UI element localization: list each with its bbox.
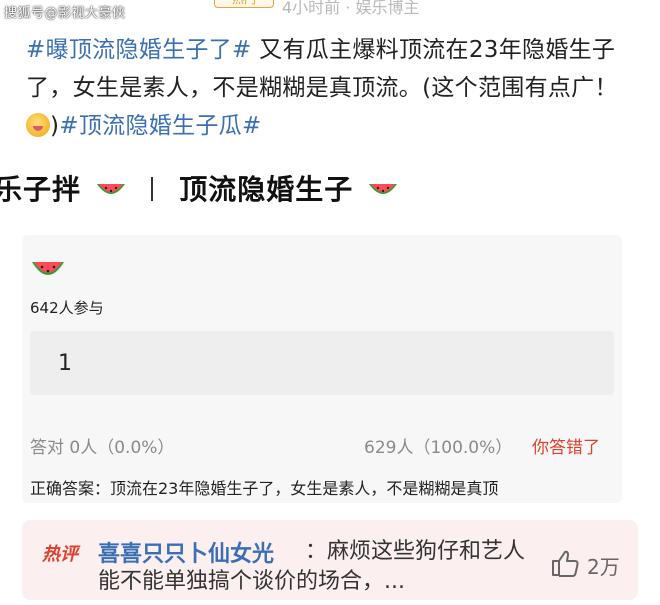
yum-face-icon bbox=[26, 113, 50, 137]
watermelon-icon bbox=[96, 182, 126, 200]
watermark: 搜狐号@影视大豪侠 bbox=[4, 6, 126, 21]
headline-image-text: 乐子拌 顶流隐婚生子 bbox=[0, 168, 660, 208]
thumbs-up-icon[interactable] bbox=[550, 549, 580, 577]
poll-correct-answer: 正确答案：顶流在23年隐婚生子了，女生是素人，不是糊糊是真顶 bbox=[30, 479, 499, 498]
poll-option[interactable]: 1 bbox=[30, 331, 614, 395]
hot-comment-badge: 热评 bbox=[42, 544, 78, 565]
headline-left: 乐子拌 bbox=[0, 173, 82, 206]
like-count: 2万 bbox=[587, 555, 620, 579]
poll-correct-stats: 答对 0人（0.0%） bbox=[30, 438, 175, 458]
post-text: #曝顶流隐婚生子了# 又有瓜主爆料顶流在23年隐婚生子了，女生是素人，不是糊糊是… bbox=[26, 31, 646, 145]
watermelon-icon bbox=[368, 182, 398, 200]
poll-card: 642人参与 1 答对 0人（0.0%） 629人（100.0%） 你答错了 正… bbox=[22, 235, 622, 503]
post-meta: 4小时前 · 娱乐博主 bbox=[282, 0, 420, 17]
comment-text: ：麻烦这些狗仔和艺人能不能单独搞个谈价的场合，... bbox=[98, 537, 538, 597]
top-bar: 搜狐号@影视大豪侠 热门 4小时前 · 娱乐博主 bbox=[0, 0, 660, 22]
comment-body: ：麻烦这些狗仔和艺人能不能单独搞个谈价的场合，... bbox=[98, 539, 526, 594]
hashtag-link[interactable]: #顶流隐婚生子瓜# bbox=[59, 113, 261, 139]
poll-participants: 642人参与 bbox=[30, 299, 104, 317]
hot-comment[interactable]: 热评 喜喜只只卜仙女光 ：麻烦这些狗仔和艺人能不能单独搞个谈价的场合，... 2… bbox=[22, 520, 638, 600]
poll-result-label: 你答错了 bbox=[532, 438, 600, 458]
poll-wrong-stats: 629人（100.0%） bbox=[364, 438, 513, 458]
poll-option-label: 1 bbox=[58, 351, 72, 376]
hot-tag: 热门 bbox=[214, 0, 274, 8]
post-body-close: ) bbox=[50, 113, 60, 139]
watermelon-icon bbox=[31, 260, 65, 282]
divider bbox=[150, 177, 153, 201]
hashtag-link[interactable]: #曝顶流隐婚生子了# bbox=[26, 37, 252, 63]
headline-right: 顶流隐婚生子 bbox=[179, 173, 354, 206]
